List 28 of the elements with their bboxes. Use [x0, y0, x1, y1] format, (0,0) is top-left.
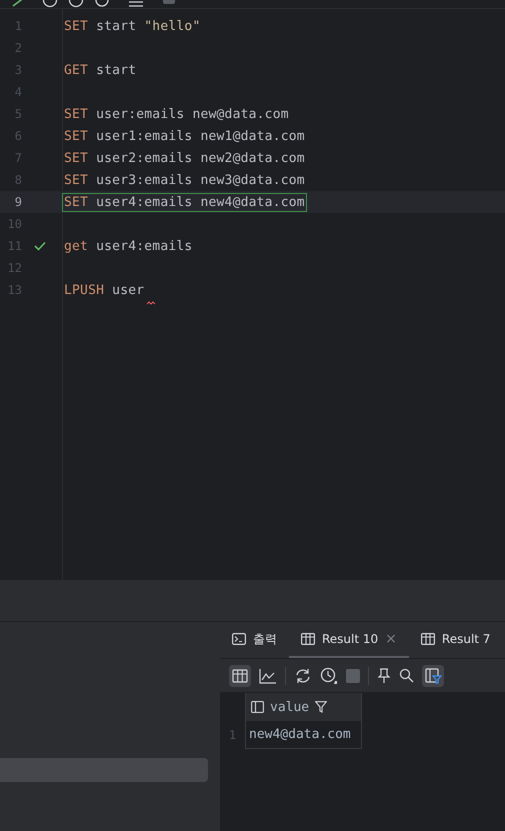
code-line: SET user:emails new@data.com	[63, 106, 290, 124]
filter-panel-icon[interactable]	[422, 664, 444, 686]
column-header[interactable]: value	[246, 693, 362, 721]
search-icon[interactable]	[399, 668, 414, 683]
code-line: SET start "hello"	[63, 18, 202, 36]
table-view-icon[interactable]	[229, 664, 251, 686]
code-line: SET user2:emails new2@data.com	[63, 150, 306, 168]
clock-icon[interactable]	[320, 666, 338, 684]
table-icon	[301, 633, 315, 645]
terminal-icon	[232, 633, 246, 645]
code-line: GET start	[63, 62, 138, 80]
code-line: SET user3:emails new3@data.com	[63, 172, 306, 190]
code-line: SET user1:emails new1@data.com	[63, 128, 306, 146]
pin-icon[interactable]	[377, 668, 391, 684]
column-icon	[251, 701, 264, 713]
result-tab[interactable]: 출력	[220, 622, 289, 658]
lines-icon[interactable]	[128, 0, 144, 8]
code-line: get user4:emails	[63, 238, 194, 256]
run-icon[interactable]	[10, 0, 24, 8]
code-line: LPUSH user	[63, 282, 146, 300]
filter-icon[interactable]	[315, 701, 328, 713]
scrollbar[interactable]	[0, 758, 208, 782]
line-number: 9	[14, 195, 22, 209]
table-icon	[420, 633, 435, 645]
result-tab[interactable]: Result 7	[408, 622, 502, 658]
chart-icon[interactable]	[259, 668, 277, 684]
refresh-icon[interactable]	[294, 668, 312, 684]
table-cell: new4@data.com	[246, 721, 362, 749]
